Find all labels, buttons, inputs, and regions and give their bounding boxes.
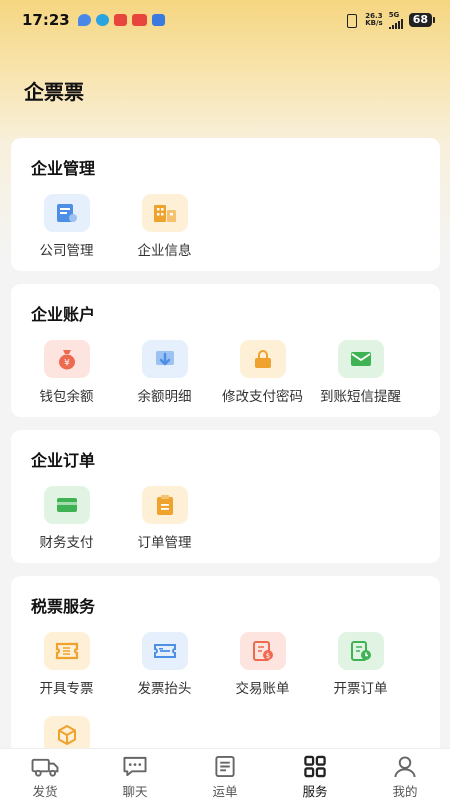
- waybill-icon: [215, 755, 235, 778]
- balance-details-button[interactable]: 余额明细: [115, 340, 214, 405]
- battery-indicator: 68: [408, 13, 436, 27]
- section-title: 企业订单: [31, 451, 96, 470]
- item-label: 交易账单: [235, 681, 290, 697]
- invoice-order-icon: [337, 632, 384, 670]
- tab-ship[interactable]: 发货: [0, 749, 90, 800]
- transaction-bill-button[interactable]: $ 交易账单: [213, 632, 312, 697]
- app-notification-icon: [131, 14, 147, 26]
- speed-unit: KB/s: [365, 19, 383, 27]
- app-notification-icon: [151, 14, 165, 26]
- item-label: 开票订单: [333, 681, 388, 697]
- section-title: 税票服务: [31, 597, 96, 616]
- change-payment-password-button[interactable]: 修改支付密码: [213, 340, 312, 405]
- building-icon: [141, 194, 188, 232]
- app-notification-icon: [113, 14, 127, 26]
- signal-bars-icon: [388, 19, 403, 29]
- tab-services[interactable]: 服务: [270, 749, 360, 800]
- clipboard-icon: [141, 486, 188, 524]
- item-label: 发票抬头: [137, 681, 192, 697]
- ticket-icon: [43, 632, 90, 670]
- status-bar: 17:23 26.3 KB/s 5G 68: [0, 0, 450, 40]
- network-type: 5G: [388, 11, 400, 19]
- chat-icon: [123, 756, 147, 777]
- section-card-enterprise-orders: 企业订单 财务支付 订单管理: [11, 430, 440, 563]
- company-management-button[interactable]: 公司管理: [17, 194, 116, 259]
- arrival-sms-reminder-button[interactable]: 到账短信提醒: [311, 340, 410, 405]
- financial-payment-button[interactable]: 财务支付: [17, 486, 116, 551]
- tab-label: 我的: [392, 784, 418, 799]
- order-management-button[interactable]: 订单管理: [115, 486, 214, 551]
- item-label: 钱包余额: [39, 389, 94, 405]
- page-title: 企票票: [24, 80, 84, 104]
- tab-label: 发货: [32, 784, 58, 799]
- item-label: 企业信息: [137, 243, 192, 259]
- user-icon: [394, 756, 416, 778]
- telegram-icon: [95, 14, 109, 26]
- grid-icon: [304, 755, 326, 778]
- section-card-enterprise-account: 企业账户 ¥ 钱包余额 余额明细 修改支付密码 到账短信提醒: [11, 284, 440, 417]
- bottom-tab-bar: 发货 聊天 运单 服务 我的: [0, 748, 450, 800]
- network-speed: 26.3 KB/s: [365, 13, 382, 27]
- notification-icons: [77, 14, 165, 26]
- invoice-order-button[interactable]: 开票订单: [311, 632, 410, 697]
- item-label: 订单管理: [137, 535, 192, 551]
- card-icon: [43, 486, 90, 524]
- issue-special-invoice-button[interactable]: 开具专票: [17, 632, 116, 697]
- tab-label: 服务: [302, 784, 328, 799]
- section-card-company-management: 企业管理 公司管理 企业信息: [11, 138, 440, 271]
- tab-mine[interactable]: 我的: [360, 749, 450, 800]
- section-title: 企业管理: [31, 159, 96, 178]
- item-label: 公司管理: [39, 243, 94, 259]
- item-label: 财务支付: [39, 535, 94, 551]
- download-card-icon: [141, 340, 188, 378]
- mail-icon: [337, 340, 384, 378]
- svg-text:¥: ¥: [64, 359, 70, 369]
- wallet-balance-button[interactable]: ¥ 钱包余额: [17, 340, 116, 405]
- truck-icon: [31, 758, 59, 777]
- item-label: 修改支付密码: [222, 389, 303, 405]
- tab-label: 运单: [212, 784, 238, 799]
- tab-label: 聊天: [122, 784, 148, 799]
- company-doc-icon: [43, 194, 90, 232]
- lock-icon: [239, 340, 286, 378]
- svg-text:$: $: [265, 652, 269, 660]
- status-time: 17:23: [22, 11, 70, 29]
- section-card-tax-invoice-services: 税票服务 开具专票 发票抬头 $ 交易账单 开票订单: [11, 576, 440, 756]
- enterprise-info-button[interactable]: 企业信息: [115, 194, 214, 259]
- item-label: 开具专票: [39, 681, 94, 697]
- bill-icon: $: [239, 632, 286, 670]
- item-label: 余额明细: [137, 389, 192, 405]
- vibrate-icon: [343, 14, 359, 28]
- invoice-header-button[interactable]: 发票抬头: [115, 632, 214, 697]
- signal-indicator: 5G: [388, 11, 403, 29]
- money-bag-icon: ¥: [43, 340, 90, 378]
- invoice-header-icon: [141, 632, 188, 670]
- section-title: 企业账户: [31, 305, 96, 324]
- item-label: 到账短信提醒: [320, 389, 401, 405]
- tab-waybill[interactable]: 运单: [180, 749, 270, 800]
- tab-chat[interactable]: 聊天: [90, 749, 180, 800]
- app-notification-icon: [77, 14, 91, 26]
